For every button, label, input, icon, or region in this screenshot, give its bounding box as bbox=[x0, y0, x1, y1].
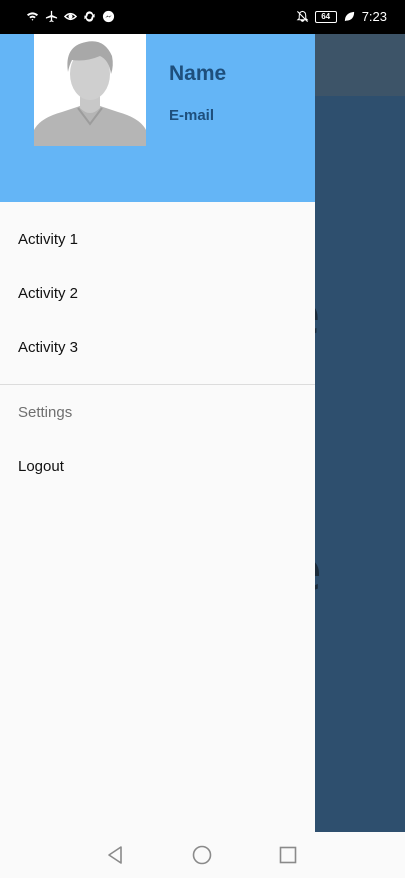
status-time: 7:23 bbox=[361, 9, 387, 24]
person-placeholder-icon bbox=[34, 34, 146, 146]
bell-off-icon bbox=[296, 10, 309, 23]
drawer-header: Name E-mail bbox=[0, 34, 315, 202]
menu-item-activity-2[interactable]: Activity 2 bbox=[0, 266, 315, 320]
eye-icon bbox=[64, 12, 77, 21]
settings-section-header: Settings bbox=[18, 403, 73, 421]
menu-item-label: Activity 2 bbox=[18, 284, 79, 302]
home-icon[interactable] bbox=[191, 844, 213, 866]
status-bar: 64 7:23 bbox=[0, 0, 405, 34]
menu-item-label: Activity 3 bbox=[18, 338, 79, 356]
back-icon[interactable] bbox=[105, 844, 127, 866]
menu-item-activity-3[interactable]: Activity 3 bbox=[0, 320, 315, 374]
navigation-drawer: Name E-mail Activity 1 Activity 2 Activi… bbox=[0, 34, 315, 832]
menu-item-label: Logout bbox=[18, 457, 64, 475]
status-left-icons bbox=[26, 10, 115, 23]
menu-item-activity-1[interactable]: Activity 1 bbox=[0, 212, 315, 266]
menu-item-label: Activity 1 bbox=[18, 230, 79, 248]
battery-icon: 64 bbox=[314, 10, 337, 23]
wifi-icon bbox=[26, 12, 39, 21]
system-nav-bar bbox=[0, 832, 405, 878]
menu-item-logout[interactable]: Logout bbox=[0, 439, 315, 493]
sync-icon bbox=[84, 11, 95, 22]
user-email: E-mail bbox=[169, 107, 215, 124]
status-right-icons: 64 7:23 bbox=[296, 9, 387, 24]
user-name: Name bbox=[169, 62, 227, 85]
leaf-icon bbox=[344, 11, 354, 22]
recents-icon[interactable] bbox=[277, 844, 299, 866]
airplane-icon bbox=[45, 10, 58, 23]
settings-menu: Logout bbox=[0, 439, 315, 493]
messenger-icon bbox=[102, 10, 115, 23]
avatar[interactable] bbox=[34, 34, 146, 146]
drawer-menu: Activity 1 Activity 2 Activity 3 bbox=[0, 212, 315, 374]
